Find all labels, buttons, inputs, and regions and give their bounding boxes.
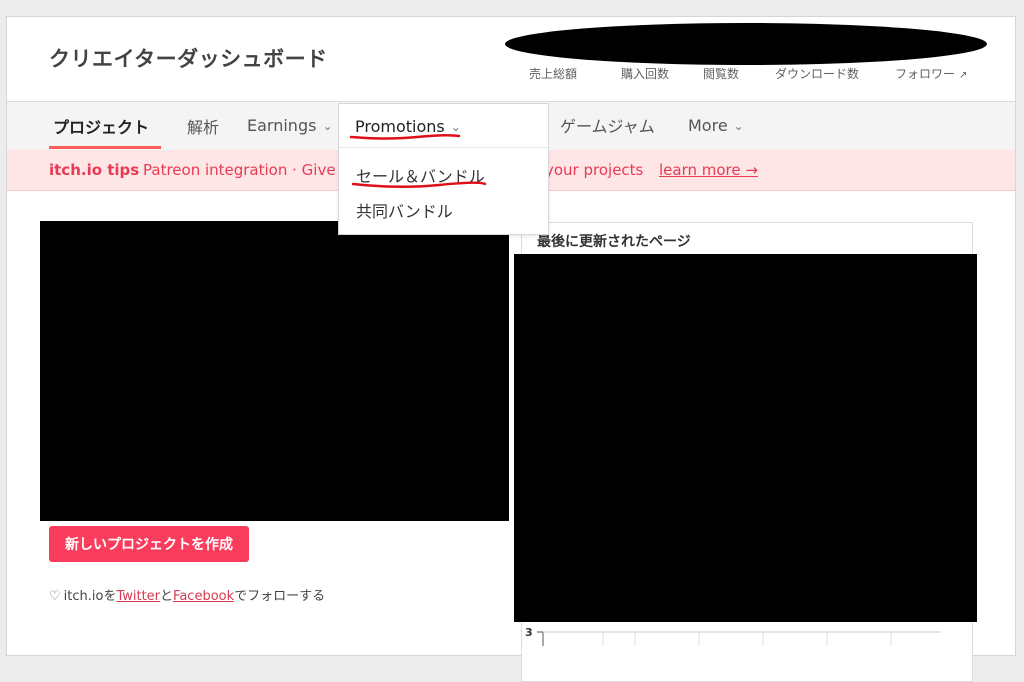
facebook-link[interactable]: Facebook xyxy=(173,589,234,604)
chevron-down-icon: ⌄ xyxy=(322,119,333,133)
tab-promotions-label: Promotions ⌄ xyxy=(355,117,461,136)
tab-earnings-label: Earnings xyxy=(247,116,317,135)
learn-more-link[interactable]: learn more → xyxy=(659,161,758,179)
active-tab-indicator xyxy=(49,146,161,149)
stat-views[interactable]: 閲覧数 xyxy=(703,65,739,82)
stats-chart: 3 xyxy=(525,626,941,646)
redacted-recent-content xyxy=(514,254,977,622)
tab-promotions[interactable]: Promotions ⌄ xyxy=(338,103,549,147)
tab-more[interactable]: More ⌄ xyxy=(688,116,744,135)
stat-total-sales[interactable]: 売上総額 xyxy=(529,65,577,82)
tips-message-end: your projects xyxy=(545,161,644,179)
tab-projects[interactable]: プロジェクト xyxy=(53,114,149,138)
y-tick-label: 3 xyxy=(525,626,533,639)
heart-icon: ♡ xyxy=(49,589,61,604)
twitter-link[interactable]: Twitter xyxy=(116,589,160,604)
tab-more-label: More xyxy=(688,116,728,135)
tips-message: Patreon integration · Give y xyxy=(143,161,350,179)
stat-purchases[interactable]: 購入回数 xyxy=(621,65,669,82)
chevron-down-icon: ⌄ xyxy=(733,119,744,133)
tips-brand: itch.io tips xyxy=(49,161,140,179)
recently-updated-title: 最後に更新されたページ xyxy=(537,234,691,250)
menu-item-sales-bundles[interactable]: セール＆バンドル xyxy=(356,163,485,187)
tab-game-jams[interactable]: ゲームジャム xyxy=(560,113,655,137)
external-link-icon: ↗ xyxy=(959,70,968,81)
dashboard-card: クリエイターダッシュボード 売上総額 購入回数 閲覧数 ダウンロード数 フォロワ… xyxy=(6,16,1016,682)
redacted-username xyxy=(505,23,987,65)
tab-earnings[interactable]: Earnings ⌄ xyxy=(247,116,333,135)
tab-analytics[interactable]: 解析 xyxy=(187,114,219,138)
page-title: クリエイターダッシュボード xyxy=(49,47,328,71)
menu-item-joint-bundles[interactable]: 共同バンドル xyxy=(356,198,453,222)
social-follow: ♡ itch.ioをTwitterとFacebookでフォローする xyxy=(49,589,326,604)
stat-downloads[interactable]: ダウンロード数 xyxy=(775,65,859,82)
redacted-project-image xyxy=(40,221,509,521)
stat-followers-label: フォロワー xyxy=(895,67,956,81)
create-project-button[interactable]: 新しいプロジェクトを作成 xyxy=(49,526,249,562)
stat-followers[interactable]: フォロワー ↗ xyxy=(895,65,967,82)
chevron-down-icon: ⌄ xyxy=(450,120,461,134)
promotions-dropdown: セール＆バンドル 共同バンドル xyxy=(338,147,549,235)
